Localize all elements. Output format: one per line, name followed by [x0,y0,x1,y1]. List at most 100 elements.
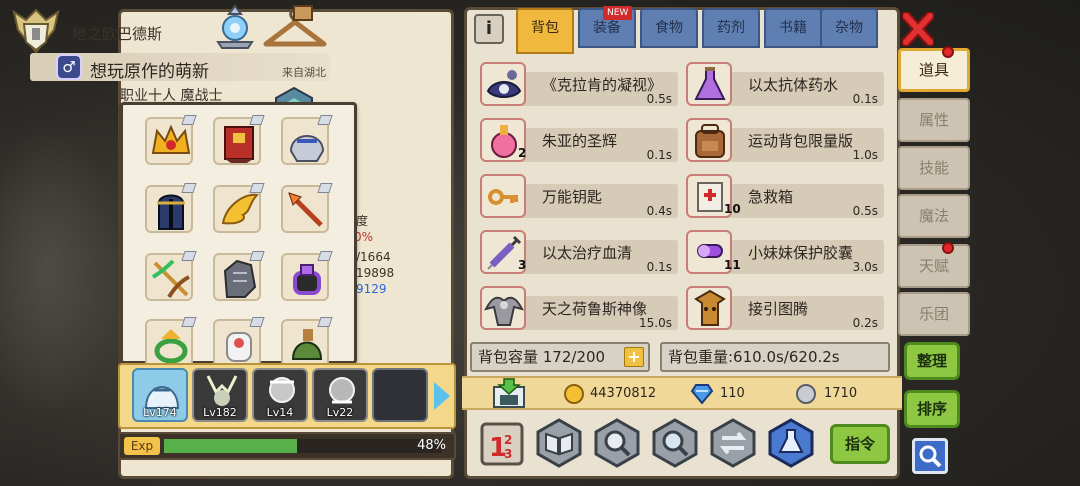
item-weight: 15.0s [639,316,672,330]
organize-button[interactable]: 整理 [904,342,960,380]
command-button[interactable]: 指令 [830,424,890,464]
member-level: Lv174 [143,406,177,419]
tab-books[interactable]: 书籍 [764,8,822,48]
info-button[interactable]: i [474,14,504,44]
equip-item-white-amulet[interactable] [213,317,265,367]
side-tab-items[interactable]: 道具 [898,48,970,92]
new-badge: NEW [603,6,633,20]
equip-item-iron-gauntlet[interactable] [213,251,265,301]
equip-item-golden-wing[interactable] [213,183,265,233]
side-tab-talent[interactable]: 天赋 [898,244,970,288]
team-member-empty[interactable] [372,368,428,422]
jade-crossbow-icon [151,259,190,299]
notification-dot-icon [942,242,954,254]
equip-item-red-tome[interactable] [213,115,265,165]
member-level: Lv22 [326,406,354,419]
side-tab-skills[interactable]: 技能 [898,146,970,190]
notification-dot-icon [942,46,954,58]
equip-item-golden-crown[interactable] [145,115,197,165]
equipped-flag-icon [317,251,333,261]
item-weight: 3.0s [852,260,878,274]
item-weight: 0.1s [852,92,878,106]
equipped-flag-icon [181,251,197,261]
item-name: 急救箱 [748,188,794,206]
inventory-item[interactable]: 3 以太治疗血清 0.1s [480,228,678,274]
book-icon[interactable] [534,418,584,468]
expand-capacity-button[interactable]: + [624,347,644,367]
golden-wing-icon [221,193,260,225]
equipped-flag-icon [317,183,333,193]
item-icon-box [686,62,732,106]
knight-portrait-icon [144,386,180,409]
close-icon[interactable] [902,12,934,46]
item-icon-box [480,62,526,106]
item-name: 朱亚的圣辉 [542,132,618,150]
inventory-item[interactable]: 万能钥匙 0.4s [480,172,678,218]
inventory-item[interactable]: 以太抗体药水 0.1s [686,60,884,106]
item-name: 《克拉肯的凝视》 [542,76,663,94]
member-level: Lv182 [203,406,237,419]
team-member-4[interactable]: Lv22 [312,368,368,422]
backpack-icon [695,124,725,158]
exp-label: Exp [124,437,160,455]
equip-item-silver-helm[interactable] [281,115,333,165]
search-button[interactable] [912,438,948,474]
inventory-item[interactable]: 《克拉肯的凝视》 0.5s [480,60,678,106]
flask-icon[interactable] [766,418,816,468]
equip-item-dark-cloak[interactable] [145,183,197,233]
team-member-1[interactable]: Lv174 [132,368,188,422]
team-member-2[interactable]: Lv182 [192,368,248,422]
inventory-item[interactable]: 10 急救箱 0.5s [686,172,884,218]
equipped-flag-icon [181,183,197,193]
crystal-tower-icon[interactable] [212,4,258,50]
hero-title[interactable]: 想玩原作的萌新 [90,57,209,82]
tab-bag[interactable]: 背包 [516,8,574,54]
team-member-3[interactable]: Lv14 [252,368,308,422]
equip-item-purple-ring[interactable] [281,251,333,301]
horus-statue-icon [484,296,524,326]
bag-weight: 背包重量:610.0s/620.2s [660,342,890,372]
tab-misc[interactable]: 杂物 [820,8,878,48]
silver-helm-icon [289,135,325,162]
number-sort-icon[interactable]: 1 2 3 [480,422,524,466]
tab-food[interactable]: 食物 [640,8,698,48]
purple-ring-icon [293,264,321,295]
item-name: 运动背包限量版 [748,132,854,150]
gold-amount: 44370812 [590,386,657,401]
inventory-item[interactable]: 运动背包限量版 1.0s [686,116,884,162]
team-next-arrow-icon[interactable] [434,382,450,410]
side-tab-attributes[interactable]: 属性 [898,98,970,142]
maid-portrait-icon [269,377,295,403]
kraken-eye-icon [486,70,522,98]
white-amulet-icon [226,332,252,362]
key-icon [488,189,518,205]
silver-coin-icon [796,384,816,404]
red-tome-icon [224,126,254,163]
stat-value-a: /1664 [356,250,391,264]
sort-button[interactable]: 排序 [904,390,960,428]
fire-spear-icon [288,192,323,227]
exp-fill [164,439,298,453]
search-scroll-icon[interactable] [592,418,642,468]
equip-item-fire-spear[interactable] [281,183,333,233]
svg-text:3: 3 [504,447,512,461]
tab-potion[interactable]: 药剂 [702,8,760,48]
save-download-icon[interactable] [492,377,526,409]
inventory-item[interactable]: 接引图腾 0.2s [686,284,884,330]
magnify-icon[interactable] [650,418,700,468]
item-quantity: 2 [518,146,527,160]
equip-item-leaf-ring[interactable] [145,317,197,367]
side-tab-magic[interactable]: 魔法 [898,194,970,238]
inventory-item[interactable]: 天之荷鲁斯神像 15.0s [480,284,678,330]
inventory-item[interactable]: 11 小妹妹保护胶囊 3.0s [686,228,884,274]
stat-value-b: 19898 [356,266,395,280]
item-icon-box [480,286,526,330]
side-tab-band[interactable]: 乐团 [898,292,970,336]
equip-item-green-charm[interactable] [281,317,333,367]
swap-arrows-icon[interactable] [708,418,758,468]
leaf-ring-icon [154,329,188,364]
equip-item-jade-crossbow[interactable] [145,251,197,301]
member-level: Lv14 [266,406,294,419]
hanger-icon[interactable] [262,4,328,52]
inventory-item[interactable]: 2 朱亚的圣辉 0.1s [480,116,678,162]
